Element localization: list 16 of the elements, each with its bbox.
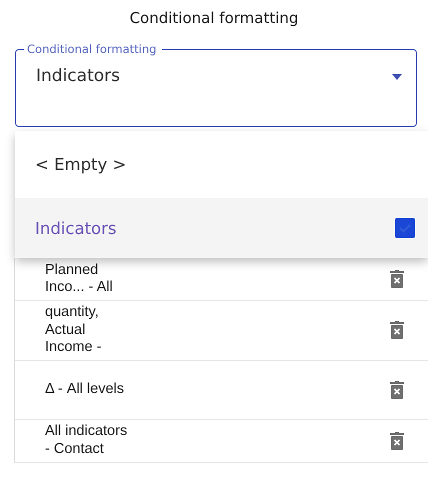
delete-icon[interactable] [390,380,404,398]
dialog-title: Conditional formatting [128,8,300,29]
delete-icon[interactable] [390,321,404,340]
caret-icon [392,74,402,80]
checkbox-icon [395,218,415,238]
field-value: Indicators [36,66,121,86]
menu-option[interactable]: < Empty > [15,131,428,198]
menu-option[interactable]: Indicators [15,198,428,258]
rule-name: Δ - All levels [45,380,125,398]
rule-name: All indicators - Contact [45,423,128,458]
delete-icon[interactable] [390,432,404,450]
rule-name: Planned Inco... - All [45,262,114,296]
field-label: Conditional formatting [26,42,158,56]
rule-name: quantity, Actual Income - [45,304,102,356]
delete-icon[interactable] [390,270,404,288]
select-field[interactable]: Conditional formatting Indicators [15,42,417,127]
